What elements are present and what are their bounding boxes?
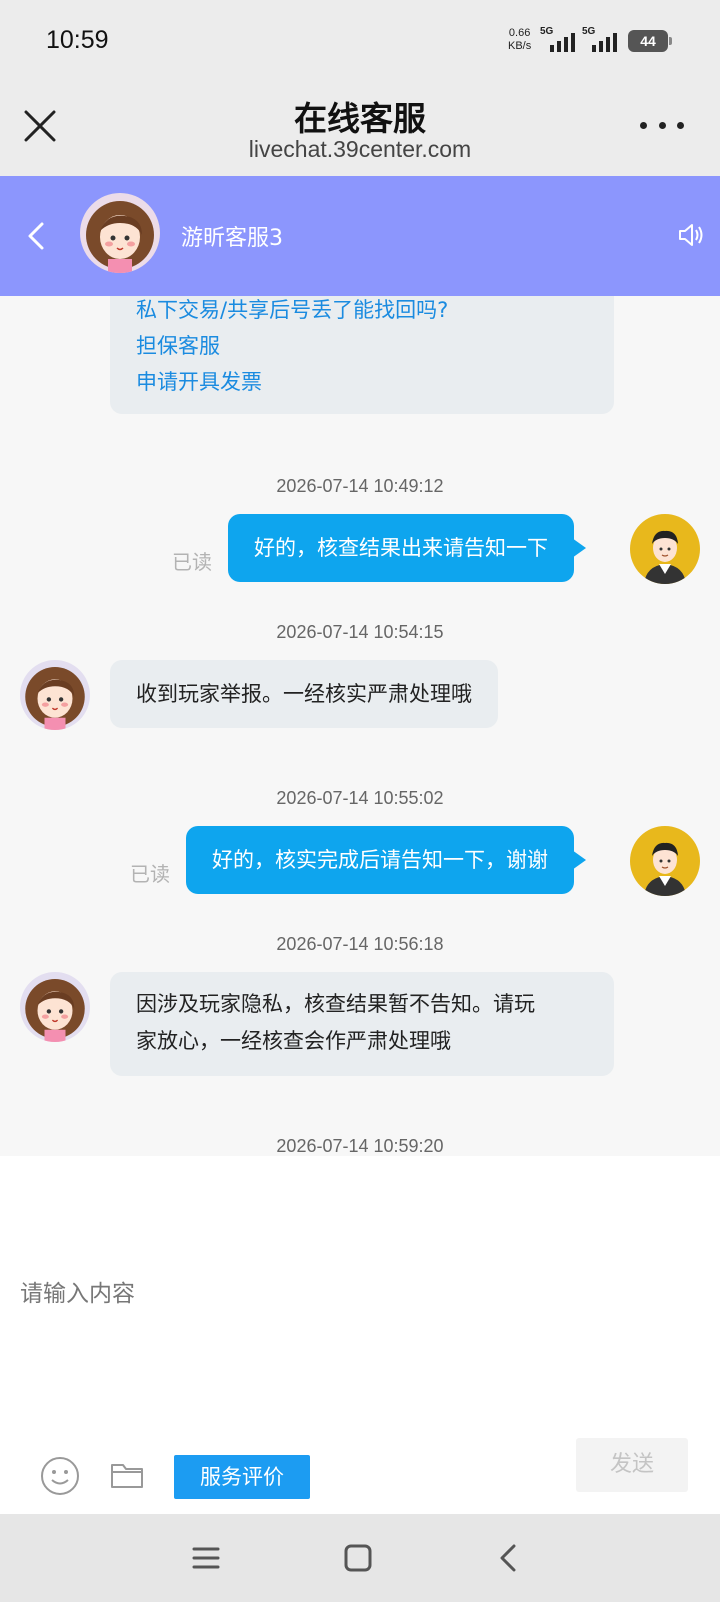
browser-header: 在线客服 livechat.39center.com [0, 84, 720, 176]
message-input[interactable]: 请输入内容 [20, 1274, 135, 1308]
user-avatar [630, 826, 700, 896]
agent-avatar [20, 660, 90, 730]
user-message-bubble: 好的，核实完成后请告知一下，谢谢 [186, 826, 586, 894]
page-url: livechat.39center.com [248, 136, 472, 162]
battery-icon: 44 [628, 30, 672, 52]
network-speed: 0.66 KB/s [508, 27, 531, 53]
message-composer: 请输入内容 服务评价 发送 [0, 1156, 720, 1514]
read-receipt: 已读 [130, 862, 170, 886]
page-title: 在线客服 [294, 99, 426, 138]
user-avatar [630, 514, 700, 584]
system-nav-bar [0, 1514, 720, 1602]
agent-avatar [80, 193, 160, 273]
message-text: 因涉及玩家隐私，核查结果暂不告知。请玩 [136, 992, 535, 1016]
agent-message-bubble: 收到玩家举报。一经核实严肃处理哦 [110, 660, 498, 728]
chat-area[interactable]: 私下交易/共享后号丢了能找回吗? 担保客服 申请开具发票 2026-07-14 … [0, 296, 720, 1156]
quick-links-bubble: 私下交易/共享后号丢了能找回吗? 担保客服 申请开具发票 [110, 296, 614, 414]
quick-link[interactable]: 私下交易/共享后号丢了能找回吗? [136, 296, 588, 328]
message-text: 好的，核查结果出来请告知一下 [254, 536, 548, 560]
signal-icon: 5G [582, 26, 622, 52]
quick-link[interactable]: 申请开具发票 [136, 364, 588, 400]
signal-icon: 5G [540, 26, 580, 52]
message-timestamp: 2026-07-14 10:55:02 [276, 788, 444, 808]
network-speed-unit: KB/s [508, 40, 532, 52]
service-rating-button[interactable]: 服务评价 [174, 1455, 310, 1499]
message-timestamp: 2026-07-14 10:56:18 [276, 934, 444, 954]
home-icon[interactable] [342, 1542, 374, 1574]
read-receipt: 已读 [172, 550, 212, 574]
message-timestamp: 2026-07-14 10:54:15 [276, 622, 444, 642]
status-bar: 10:59 0.66 KB/s 5G 5G 44 [0, 0, 720, 84]
chat-header: 游昕客服3 [0, 176, 720, 296]
back-icon[interactable] [494, 1542, 526, 1574]
agent-message-bubble: 因涉及玩家隐私，核查结果暂不告知。请玩 家放心，一经核查会作严肃处理哦 [110, 972, 614, 1076]
message-text: 家放心，一经核查会作严肃处理哦 [136, 1029, 451, 1053]
send-button[interactable]: 发送 [576, 1438, 688, 1492]
message-text: 收到玩家举报。一经核实严肃处理哦 [136, 682, 472, 706]
more-icon[interactable] [640, 122, 684, 134]
folder-icon[interactable] [110, 1459, 144, 1489]
agent-name: 游昕客服3 [181, 226, 283, 251]
network-speed-value: 0.66 [508, 27, 531, 39]
emoji-icon[interactable] [40, 1456, 80, 1496]
agent-avatar [20, 972, 90, 1042]
back-icon[interactable] [24, 220, 48, 252]
menu-icon[interactable] [190, 1542, 222, 1574]
message-timestamp: 2026-07-14 10:59:20 [276, 1136, 444, 1156]
user-message-bubble: 好的，核查结果出来请告知一下 [228, 514, 586, 582]
status-time: 10:59 [46, 26, 109, 54]
message-timestamp: 2026-07-14 10:49:12 [276, 476, 444, 496]
quick-link[interactable]: 担保客服 [136, 328, 588, 364]
message-text: 好的，核实完成后请告知一下，谢谢 [212, 848, 548, 872]
speaker-icon[interactable] [676, 220, 706, 250]
